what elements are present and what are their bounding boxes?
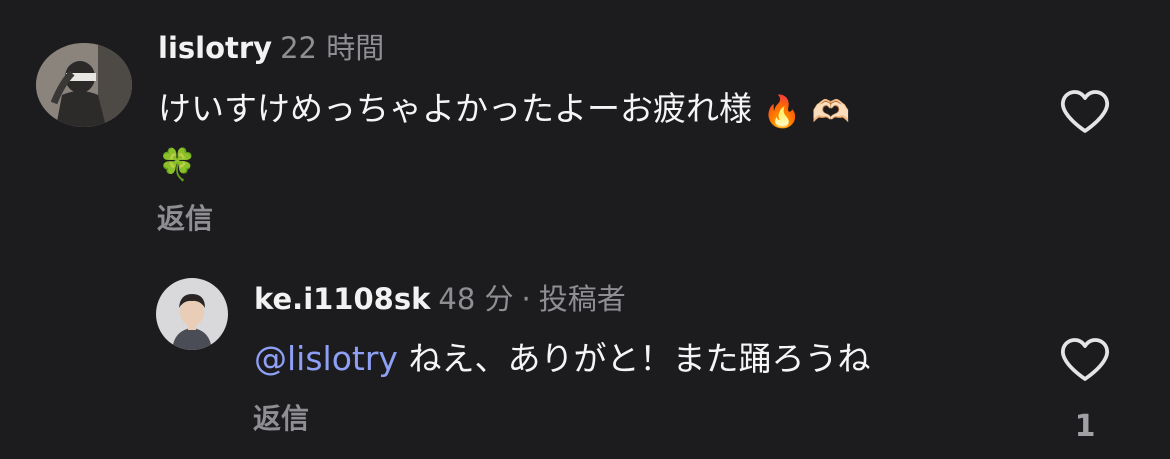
user-photo-icon	[36, 43, 132, 127]
reply-button[interactable]: 返信	[253, 402, 309, 436]
like-count: 1	[1074, 409, 1096, 444]
comment-body: ねえ、ありがと！また踊ろうね	[408, 339, 871, 378]
timestamp: 48 分	[438, 282, 514, 316]
username[interactable]: lislotry	[158, 31, 272, 65]
four-leaf-clover-emoji: 🍀	[158, 147, 197, 183]
comment-text: けいすけめっちゃよかったよーお疲れ様 🔥 🫶🏻 🍀	[158, 84, 1018, 190]
heart-outline-icon[interactable]	[1059, 337, 1111, 383]
reply-button[interactable]: 返信	[157, 202, 213, 236]
comment-text: @lislotry ねえ、ありがと！また踊ろうね	[254, 334, 1034, 384]
comment-body: けいすけめっちゃよかったよーお疲れ様	[158, 89, 752, 128]
avatar[interactable]	[36, 43, 132, 127]
separator-dot: ·	[521, 282, 531, 316]
username[interactable]: ke.i1108sk	[254, 282, 430, 316]
fire-emoji: 🔥	[762, 94, 802, 130]
author-badge: 投稿者	[538, 282, 626, 316]
heart-hands-emoji: 🫶🏻	[811, 94, 851, 130]
timestamp: 22 時間	[280, 31, 385, 65]
mention-link[interactable]: @lislotry	[254, 339, 398, 378]
comment-meta: lislotry 22 時間	[158, 30, 384, 66]
avatar[interactable]	[156, 278, 228, 350]
heart-outline-icon[interactable]	[1059, 89, 1111, 135]
comment-meta: ke.i1108sk 48 分 · 投稿者	[254, 281, 626, 317]
user-photo-icon	[156, 278, 228, 350]
